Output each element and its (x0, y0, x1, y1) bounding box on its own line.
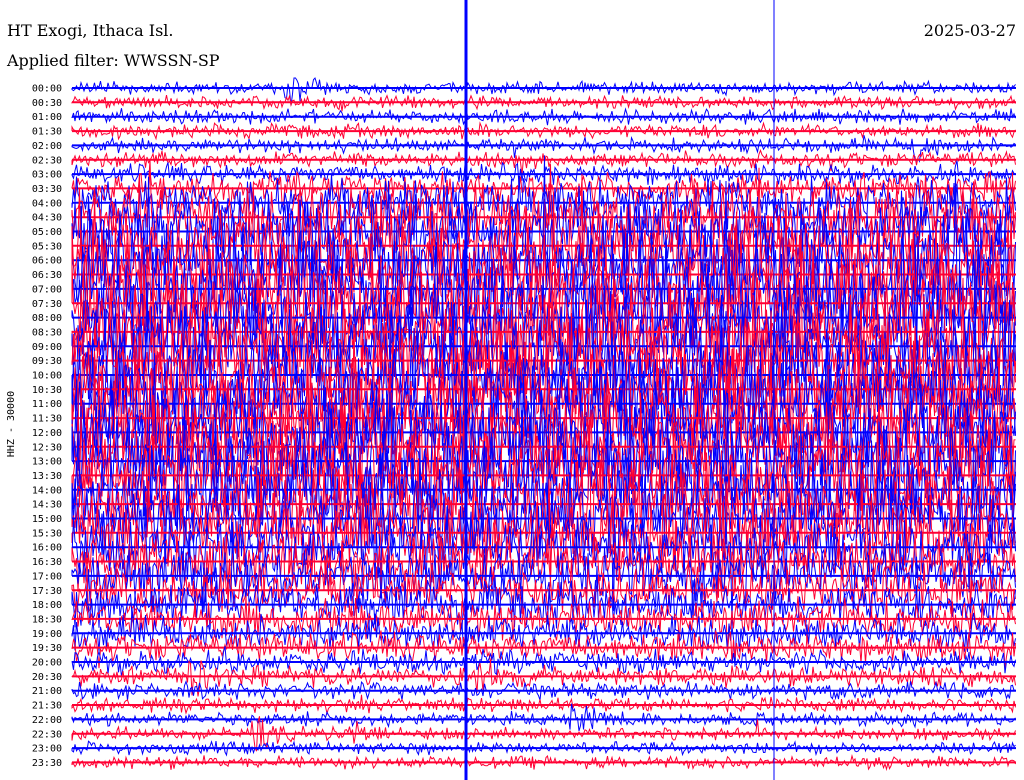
row-label: 13:30 (32, 471, 62, 482)
row-label: 02:00 (32, 141, 62, 152)
chart-subtitle: Applied filter: WWSSN-SP (6, 51, 220, 70)
row-label: 07:30 (32, 299, 62, 310)
helicorder-chart: HT Exogi, Ithaca Isl. 2025-03-27 Applied… (0, 0, 1024, 780)
row-label: 04:00 (32, 198, 62, 209)
row-label: 22:00 (32, 715, 62, 726)
row-label: 09:00 (32, 342, 62, 353)
row-label: 12:00 (32, 428, 62, 439)
row-label: 19:30 (32, 643, 62, 654)
row-label: 23:30 (32, 758, 62, 769)
chart-title: HT Exogi, Ithaca Isl. (7, 21, 174, 40)
row-label: 21:30 (32, 701, 62, 712)
row-label: 14:30 (32, 500, 62, 511)
row-label: 11:00 (32, 399, 62, 410)
row-label: 02:30 (32, 155, 62, 166)
row-label: 06:00 (32, 256, 62, 267)
row-label: 05:30 (32, 241, 62, 252)
row-label: 21:00 (32, 686, 62, 697)
row-label: 11:30 (32, 414, 62, 425)
row-label: 03:30 (32, 184, 62, 195)
row-label: 15:30 (32, 528, 62, 539)
row-label: 16:30 (32, 557, 62, 568)
chart-date: 2025-03-27 (924, 21, 1016, 40)
row-label: 08:00 (32, 313, 62, 324)
row-label: 01:00 (32, 112, 62, 123)
row-label: 16:00 (32, 543, 62, 554)
row-label: 00:30 (32, 98, 62, 109)
row-label: 23:00 (32, 744, 62, 755)
row-label: 10:30 (32, 385, 62, 396)
row-label: 17:00 (32, 571, 62, 582)
row-label: 22:30 (32, 729, 62, 740)
row-label: 18:30 (32, 614, 62, 625)
row-label: 17:30 (32, 586, 62, 597)
row-label: 19:00 (32, 629, 62, 640)
row-label: 08:30 (32, 327, 62, 338)
row-label: 13:00 (32, 457, 62, 468)
y-axis-label: HHZ - 30000 (6, 391, 17, 457)
row-label: 20:00 (32, 658, 62, 669)
row-label: 15:00 (32, 514, 62, 525)
row-label: 18:00 (32, 600, 62, 611)
row-label: 10:00 (32, 371, 62, 382)
row-label: 04:30 (32, 213, 62, 224)
row-label: 01:30 (32, 127, 62, 138)
row-label: 12:30 (32, 442, 62, 453)
row-label: 05:00 (32, 227, 62, 238)
row-label: 07:00 (32, 284, 62, 295)
trace-group (71, 0, 1016, 780)
row-label: 06:30 (32, 270, 62, 281)
row-label: 14:00 (32, 485, 62, 496)
row-label: 00:00 (32, 84, 62, 95)
row-label: 09:30 (32, 356, 62, 367)
row-label: 20:30 (32, 672, 62, 683)
row-label: 03:00 (32, 170, 62, 181)
